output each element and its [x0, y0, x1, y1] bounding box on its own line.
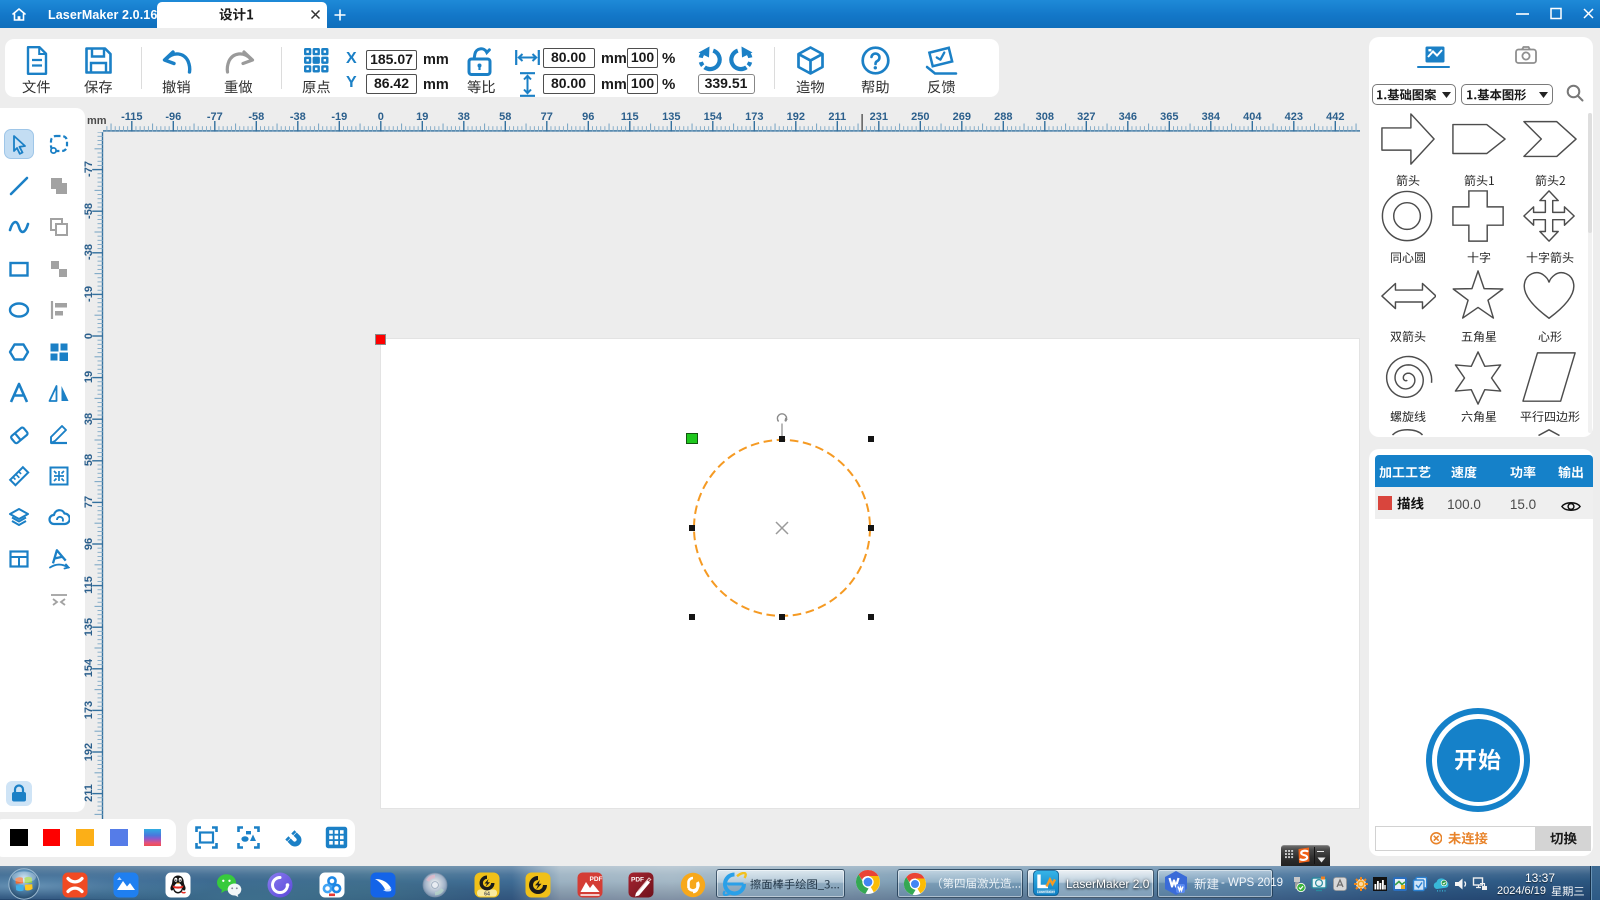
- svg-text:64: 64: [484, 892, 490, 898]
- svg-text:PDF: PDF: [589, 876, 602, 883]
- svg-text:LaserMaker: LaserMaker: [1037, 890, 1056, 894]
- svg-text:PDF: PDF: [631, 877, 644, 884]
